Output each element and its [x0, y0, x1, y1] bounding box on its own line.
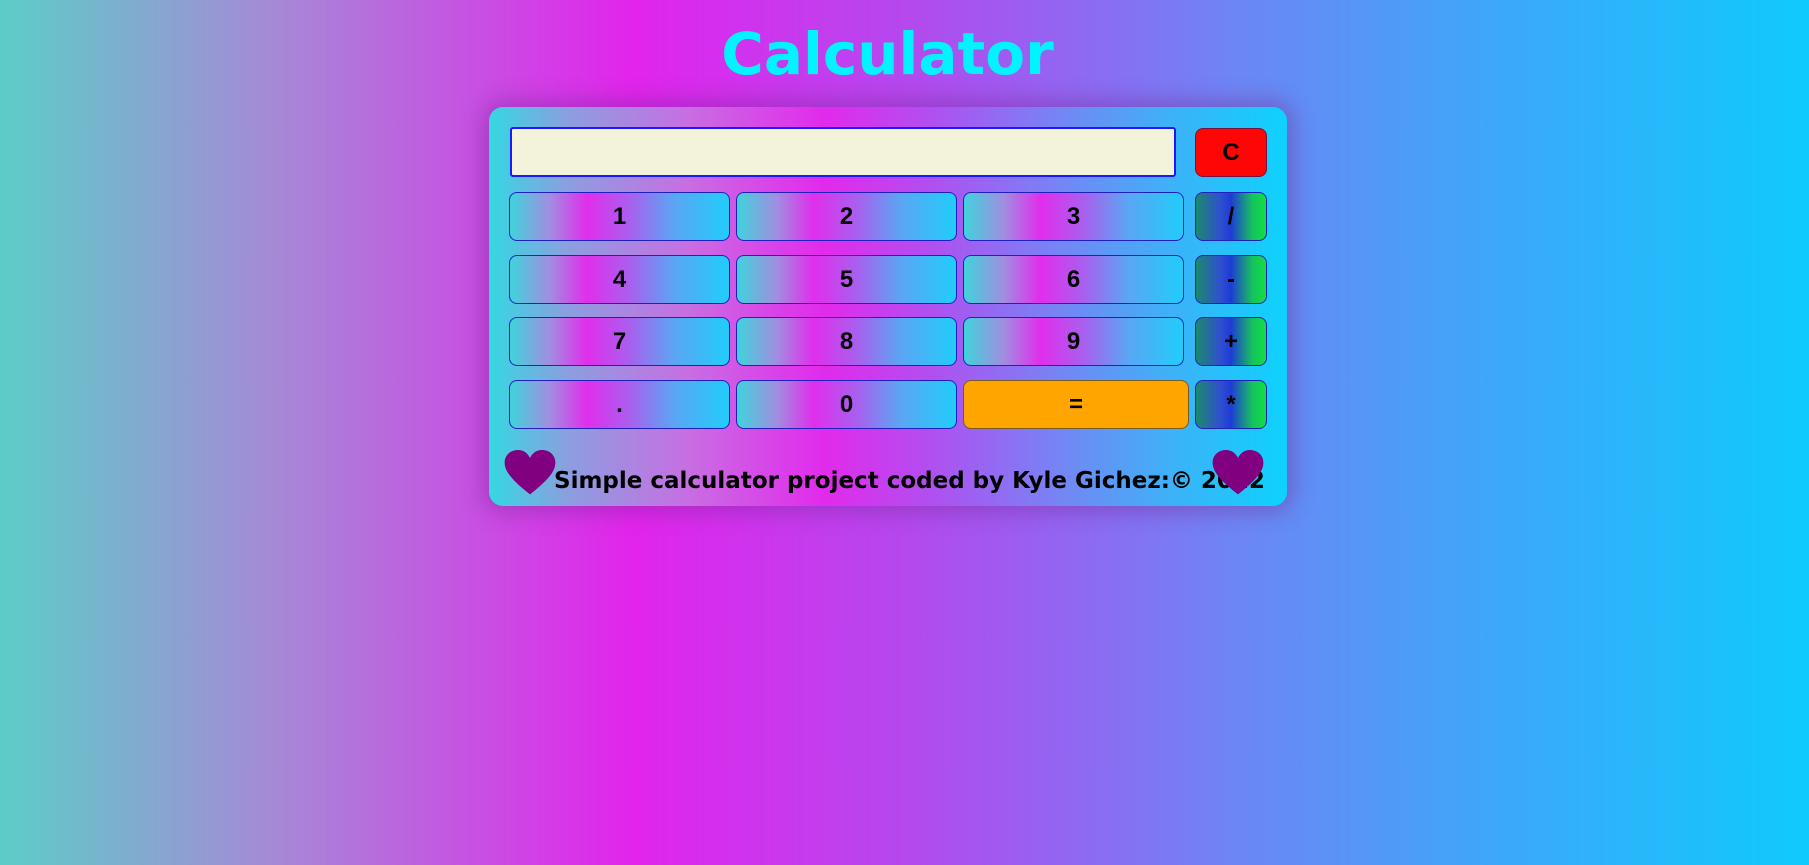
digit-2-button[interactable]: 2	[736, 192, 957, 241]
heart-icon	[1212, 450, 1264, 495]
multiply-button[interactable]: *	[1195, 380, 1267, 429]
digit-5-button[interactable]: 5	[736, 255, 957, 304]
digit-8-button[interactable]: 8	[736, 317, 957, 366]
digit-3-button[interactable]: 3	[963, 192, 1184, 241]
subtract-button[interactable]: -	[1195, 255, 1267, 304]
digit-9-button[interactable]: 9	[963, 317, 1184, 366]
digit-4-button[interactable]: 4	[509, 255, 730, 304]
page-title: Calculator	[721, 20, 1054, 88]
footer: Simple calculator project coded by Kyle …	[489, 442, 1287, 498]
digit-7-button[interactable]: 7	[509, 317, 730, 366]
clear-button[interactable]: C	[1195, 128, 1267, 177]
calculator-panel: C 1 2 3 / 4 5 6 - 7 8 9 + . 0 = * Simple…	[489, 107, 1287, 506]
calculator-display[interactable]	[510, 127, 1176, 177]
decimal-point-button[interactable]: .	[509, 380, 730, 429]
digit-1-button[interactable]: 1	[509, 192, 730, 241]
equals-button[interactable]: =	[963, 380, 1189, 429]
heart-icon	[504, 450, 556, 495]
add-button[interactable]: +	[1195, 317, 1267, 366]
footer-credit-text: Simple calculator project coded by Kyle …	[554, 468, 1265, 494]
divide-button[interactable]: /	[1195, 192, 1267, 241]
digit-0-button[interactable]: 0	[736, 380, 957, 429]
digit-6-button[interactable]: 6	[963, 255, 1184, 304]
